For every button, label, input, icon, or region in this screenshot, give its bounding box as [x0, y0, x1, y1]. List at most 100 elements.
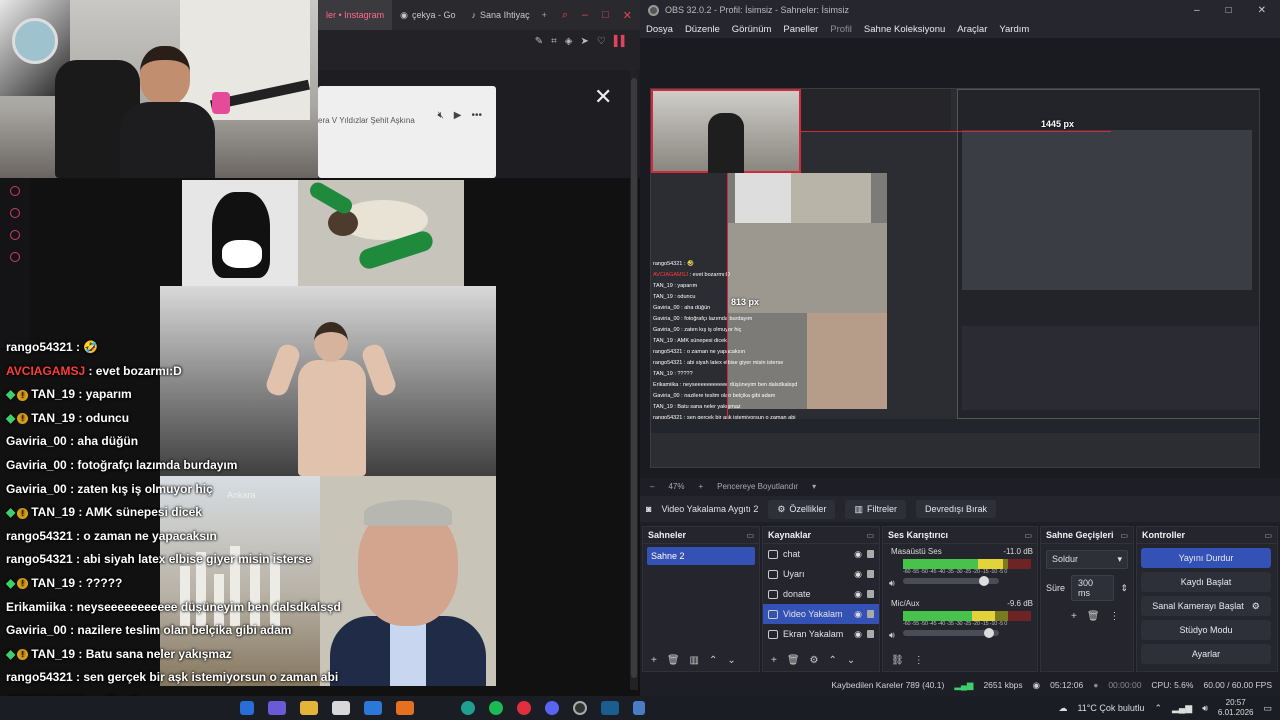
- menu-file[interactable]: Dosya: [646, 24, 673, 35]
- search-icon[interactable]: ⌕: [562, 9, 568, 22]
- clock-icon[interactable]: [10, 208, 20, 218]
- mute-icon[interactable]: 🔇︎: [437, 110, 443, 121]
- start-recording-button[interactable]: Kaydı Başlat: [1141, 572, 1271, 592]
- chat-username[interactable]: TAN_19: [31, 647, 75, 661]
- eye-icon[interactable]: ◉: [854, 569, 862, 580]
- filters-button[interactable]: ▥ Filtreler: [845, 499, 906, 519]
- volume-icon[interactable]: 🔊︎: [1202, 703, 1208, 714]
- lock-icon[interactable]: [867, 590, 874, 598]
- trash-icon[interactable]: 🗑︎: [1087, 611, 1100, 622]
- chat-username[interactable]: Gaviria_00: [6, 623, 67, 637]
- source-item-chat[interactable]: chat ◉: [763, 544, 879, 564]
- play-icon[interactable]: ▶: [454, 110, 462, 121]
- up-icon[interactable]: ⌃: [709, 655, 717, 666]
- more-icon[interactable]: ⋮: [914, 655, 924, 666]
- pin-icon[interactable]: ✎: [535, 36, 543, 47]
- menu-docks[interactable]: Paneller: [783, 24, 818, 35]
- calculator-icon[interactable]: [633, 701, 645, 715]
- zoom-in-icon[interactable]: +: [698, 482, 703, 491]
- add-icon[interactable]: +: [1071, 611, 1077, 622]
- share-icon[interactable]: [10, 230, 20, 240]
- filter-icon[interactable]: ▥: [690, 655, 699, 666]
- dock-float-icon[interactable]: ▭: [1024, 531, 1032, 540]
- speaker-icon[interactable]: 🔊︎: [889, 630, 895, 641]
- link-icon[interactable]: ⛓: [891, 655, 904, 666]
- close-icon[interactable]: ✕: [623, 9, 632, 22]
- store-icon[interactable]: [332, 701, 350, 715]
- obs-taskbar-icon[interactable]: [573, 701, 587, 715]
- mail-icon[interactable]: [364, 701, 382, 715]
- scene-item[interactable]: Sahne 2: [647, 547, 755, 565]
- menu-help[interactable]: Yardım: [999, 24, 1029, 35]
- zoom-out-icon[interactable]: –: [650, 482, 654, 491]
- preview-webcam-source[interactable]: [651, 89, 801, 173]
- chat-username[interactable]: TAN_19: [31, 576, 75, 590]
- sidebar-icon[interactable]: ▌▌: [614, 36, 628, 47]
- maximize-icon[interactable]: □: [602, 9, 609, 22]
- chat-username[interactable]: rango54321: [6, 340, 73, 354]
- studio-mode-button[interactable]: Stüdyo Modu: [1141, 620, 1271, 640]
- trash-icon[interactable]: 🗑︎: [667, 655, 680, 666]
- gear-icon[interactable]: ⚙: [810, 655, 819, 666]
- lock-icon[interactable]: [867, 570, 874, 578]
- eye-icon[interactable]: ◉: [854, 629, 862, 640]
- down-icon[interactable]: ⌄: [847, 655, 855, 666]
- settings-button[interactable]: Ayarlar: [1141, 644, 1271, 664]
- settings-icon[interactable]: [10, 252, 20, 262]
- chat-username[interactable]: AVCIAGAMSJ: [6, 364, 85, 378]
- trash-icon[interactable]: 🗑︎: [787, 655, 800, 666]
- chat-username[interactable]: rango54321: [6, 552, 73, 566]
- chat-username[interactable]: Gaviria_00: [6, 458, 67, 472]
- eye-icon[interactable]: ◉: [854, 589, 862, 600]
- browser-tab[interactable]: ♪ Sana Ihtiyaç: [464, 0, 538, 30]
- chat-username[interactable]: TAN_19: [31, 411, 75, 425]
- chat-username[interactable]: Gaviria_00: [6, 482, 67, 496]
- speaker-icon[interactable]: 🔊︎: [889, 578, 895, 589]
- eye-icon[interactable]: ◉: [854, 609, 862, 620]
- down-icon[interactable]: ⌄: [727, 655, 735, 666]
- lock-icon[interactable]: [867, 610, 874, 618]
- minimize-icon[interactable]: –: [582, 9, 588, 22]
- clock[interactable]: 20:57 6.01.2026: [1218, 698, 1254, 718]
- new-tab-icon[interactable]: +: [538, 10, 551, 20]
- dock-float-icon[interactable]: ▭: [746, 531, 754, 540]
- browser-tab[interactable]: ler • Instagram: [318, 0, 393, 30]
- close-icon[interactable]: ✕: [1258, 5, 1266, 16]
- weather[interactable]: 11°C Çok bulutlu: [1077, 703, 1144, 713]
- notification-icon[interactable]: ▭: [1263, 703, 1272, 714]
- volume-fader[interactable]: [903, 576, 999, 586]
- more-icon[interactable]: ⋮: [1110, 611, 1120, 622]
- maximize-icon[interactable]: □: [1226, 5, 1232, 16]
- dock-float-icon[interactable]: ▭: [1264, 531, 1272, 540]
- shield-icon[interactable]: ◈: [565, 36, 573, 47]
- minimize-icon[interactable]: –: [1194, 5, 1200, 16]
- chat-username[interactable]: TAN_19: [31, 387, 75, 401]
- fit-to-window[interactable]: Pencereye Boyutlandır: [717, 482, 798, 491]
- tray-chevron-icon[interactable]: ⌃: [1154, 703, 1162, 714]
- menu-view[interactable]: Görünüm: [732, 24, 772, 35]
- start-icon[interactable]: [240, 701, 254, 715]
- chat-username[interactable]: TAN_19: [31, 505, 75, 519]
- steam-icon[interactable]: [601, 701, 619, 715]
- menu-scene-collection[interactable]: Sahne Koleksiyonu: [864, 24, 945, 35]
- chat-username[interactable]: Erikamiika: [6, 600, 66, 614]
- network-icon[interactable]: ▂▄▆: [1172, 703, 1192, 714]
- menu-edit[interactable]: Düzenle: [685, 24, 720, 35]
- up-icon[interactable]: ⌃: [829, 655, 837, 666]
- copilot-icon[interactable]: [268, 701, 286, 715]
- deactivate-button[interactable]: Devredışı Bırak: [915, 500, 996, 518]
- lock-icon[interactable]: [867, 550, 874, 558]
- edge-icon[interactable]: [461, 701, 475, 715]
- gear-icon[interactable]: ⚙: [1252, 601, 1260, 612]
- preview-canvas[interactable]: rango54321 : 🤣 AVCIAGAMSJ : evet bozarmı:…: [650, 88, 1260, 468]
- source-item-screen-capture[interactable]: Ekran Yakalam ◉: [763, 624, 879, 644]
- send-icon[interactable]: ➤: [580, 36, 588, 47]
- opera-icon[interactable]: [517, 701, 531, 715]
- explorer-icon[interactable]: [300, 701, 318, 715]
- start-virtual-camera-button[interactable]: Sanal Kamerayı Başlat ⚙: [1141, 596, 1271, 616]
- source-item-donate[interactable]: donate ◉: [763, 584, 879, 604]
- menu-tools[interactable]: Araçlar: [957, 24, 987, 35]
- chevron-down-icon[interactable]: ▾: [812, 482, 816, 491]
- browser-tab[interactable]: ◉ çekya - Go: [392, 0, 463, 30]
- properties-button[interactable]: ⚙ Özellikler: [768, 499, 836, 519]
